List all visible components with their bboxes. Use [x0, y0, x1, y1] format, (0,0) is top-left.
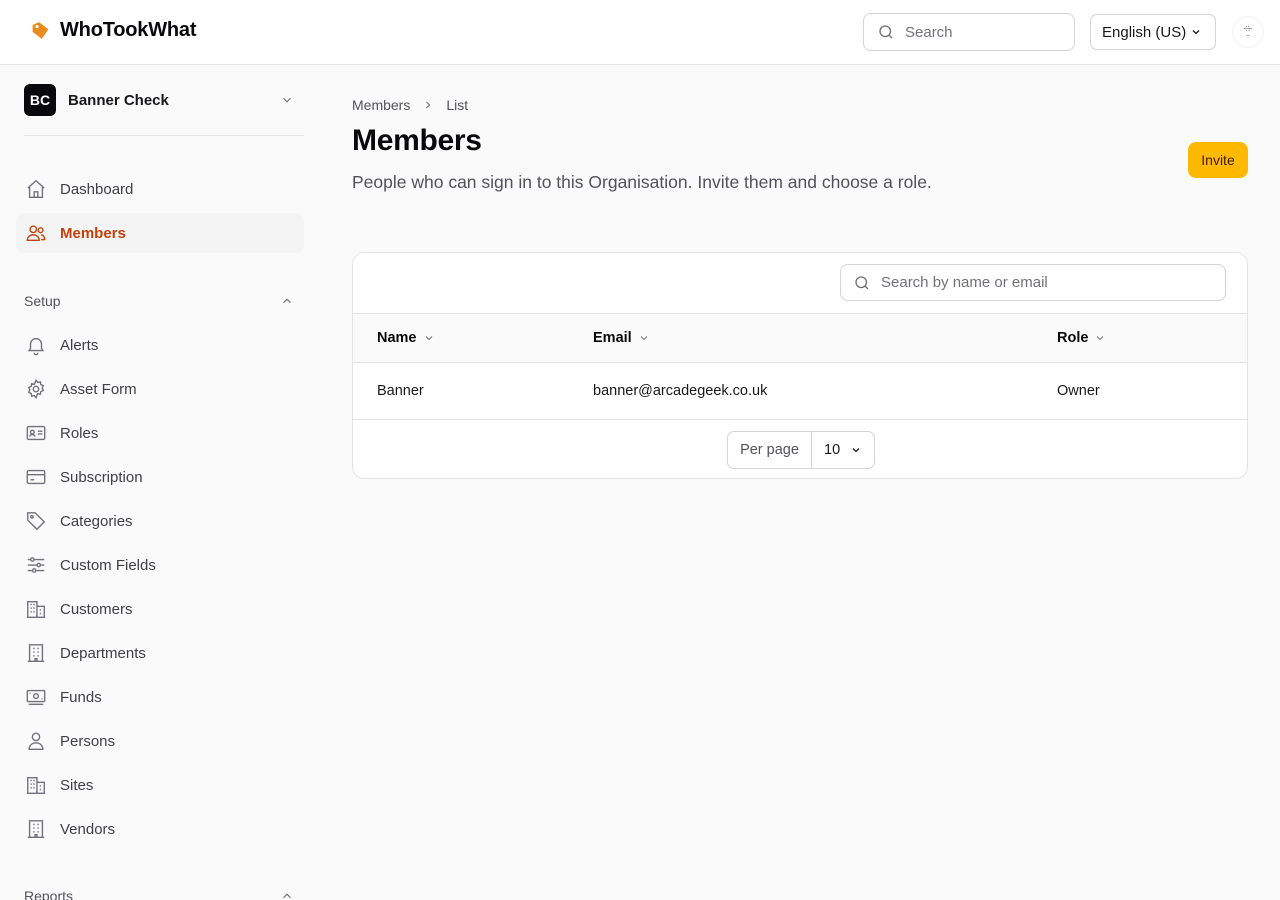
org-switcher[interactable]: BC Banner Check: [24, 84, 304, 116]
column-header-name[interactable]: Name: [377, 314, 435, 362]
sidebar-item-dashboard[interactable]: Dashboard: [16, 169, 304, 209]
brand[interactable]: WhoTookWhat: [30, 19, 196, 42]
users-icon: [24, 221, 48, 245]
sidebar-item-label: Departments: [60, 644, 146, 662]
reports-group-title: Reports: [24, 888, 74, 900]
credit-card-icon: [24, 465, 48, 489]
sidebar-item-label: Members: [60, 224, 126, 242]
per-page-label: Per page: [728, 432, 812, 468]
sidebar-item-label: Customers: [60, 600, 133, 618]
sidebar-item-label: Roles: [60, 424, 99, 442]
column-header-label: Role: [1057, 330, 1089, 346]
cell-role: Owner: [1057, 383, 1100, 399]
cell-email: banner@arcadegeek.co.uk: [593, 383, 768, 399]
office-building-icon: [24, 641, 48, 665]
table-header: Name Email Role: [353, 313, 1247, 363]
sort-chevron-icon: [640, 336, 648, 341]
setup-group-title: Setup: [24, 293, 61, 309]
top-bar: WhoTookWhat English (US): [0, 0, 1280, 65]
sidebar-item-label: Custom Fields: [60, 556, 156, 574]
language-select[interactable]: English (US): [1090, 14, 1216, 50]
sidebar-item-alerts[interactable]: Alerts: [16, 325, 304, 365]
app-name: WhoTookWhat: [60, 19, 197, 41]
user-avatar[interactable]: [1232, 16, 1264, 48]
building-icon: [24, 597, 48, 621]
chevron-down-icon: [1192, 30, 1200, 35]
tag-icon: [24, 509, 48, 533]
building-icon: [24, 773, 48, 797]
page-title: Members: [352, 124, 482, 157]
table-search-input[interactable]: [881, 274, 1201, 291]
sidebar: BC Banner Check Dashboard Members Setup …: [0, 65, 320, 900]
chevron-down-icon: [283, 97, 291, 103]
sidebar-item-sites[interactable]: Sites: [16, 765, 304, 805]
table-row[interactable]: Banner banner@arcadegeek.co.uk Owner: [353, 363, 1247, 420]
person-icon: [24, 729, 48, 753]
setup-group-header[interactable]: Setup: [24, 290, 304, 312]
table-search[interactable]: [840, 264, 1226, 301]
search-icon: [855, 275, 869, 289]
avatar-icon: [1244, 26, 1252, 36]
column-header-role[interactable]: Role: [1057, 314, 1106, 362]
per-page-select[interactable]: 10: [812, 442, 874, 458]
language-value: English (US): [1102, 23, 1187, 41]
cell-name: Banner: [377, 383, 424, 399]
breadcrumb: Members List: [352, 97, 468, 113]
org-avatar: BC: [24, 84, 56, 116]
search-icon: [879, 25, 893, 39]
org-name: Banner Check: [68, 91, 169, 109]
column-header-label: Name: [377, 330, 417, 346]
sidebar-item-persons[interactable]: Persons: [16, 721, 304, 761]
sidebar-item-departments[interactable]: Departments: [16, 633, 304, 673]
bell-icon: [24, 333, 48, 357]
sidebar-divider: [24, 135, 304, 136]
chevron-right-icon: [426, 101, 431, 109]
banknote-icon: [24, 685, 48, 709]
sliders-icon: [24, 553, 48, 577]
chevron-up-icon: [283, 893, 291, 899]
sidebar-item-members[interactable]: Members: [16, 213, 304, 253]
sidebar-item-funds[interactable]: Funds: [16, 677, 304, 717]
sidebar-item-label: Dashboard: [60, 180, 134, 198]
members-table-card: Name Email Role Banner banner@arcadegeek…: [352, 252, 1248, 479]
column-header-label: Email: [593, 330, 632, 346]
sidebar-item-subscription[interactable]: Subscription: [16, 457, 304, 497]
breadcrumb-members[interactable]: Members: [352, 97, 410, 113]
column-header-email[interactable]: Email: [593, 314, 650, 362]
tag-logo-icon: [32, 22, 49, 39]
per-page-control: Per page 10: [727, 431, 875, 469]
sidebar-item-label: Vendors: [60, 820, 116, 838]
sidebar-item-roles[interactable]: Roles: [16, 413, 304, 453]
reports-group-header[interactable]: Reports: [24, 885, 304, 900]
sidebar-item-label: Categories: [60, 512, 133, 530]
global-search-input[interactable]: [905, 23, 1055, 41]
sidebar-item-customers[interactable]: Customers: [16, 589, 304, 629]
sidebar-item-label: Alerts: [60, 336, 99, 354]
sidebar-item-categories[interactable]: Categories: [16, 501, 304, 541]
sidebar-item-label: Subscription: [60, 468, 143, 486]
sidebar-item-label: Persons: [60, 732, 116, 750]
per-page-value: 10: [824, 442, 841, 458]
chevron-up-icon: [283, 298, 291, 304]
chevron-down-icon: [852, 448, 860, 453]
global-search[interactable]: [863, 13, 1075, 51]
breadcrumb-list: List: [446, 97, 469, 113]
sidebar-item-vendors[interactable]: Vendors: [16, 809, 304, 849]
sidebar-item-custom-fields[interactable]: Custom Fields: [16, 545, 304, 585]
sort-chevron-icon: [425, 336, 432, 341]
invite-button[interactable]: Invite: [1188, 142, 1248, 178]
id-card-icon: [24, 421, 48, 445]
sidebar-item-label: Asset Form: [60, 380, 137, 398]
sidebar-item-label: Funds: [60, 688, 102, 706]
sort-chevron-icon: [1097, 336, 1104, 341]
page-subtitle: People who can sign in to this Organisat…: [352, 172, 932, 192]
sidebar-item-label: Sites: [60, 776, 94, 794]
sidebar-item-asset-form[interactable]: Asset Form: [16, 369, 304, 409]
gear-icon: [24, 377, 48, 401]
home-icon: [24, 177, 48, 201]
office-building-icon: [24, 817, 48, 841]
